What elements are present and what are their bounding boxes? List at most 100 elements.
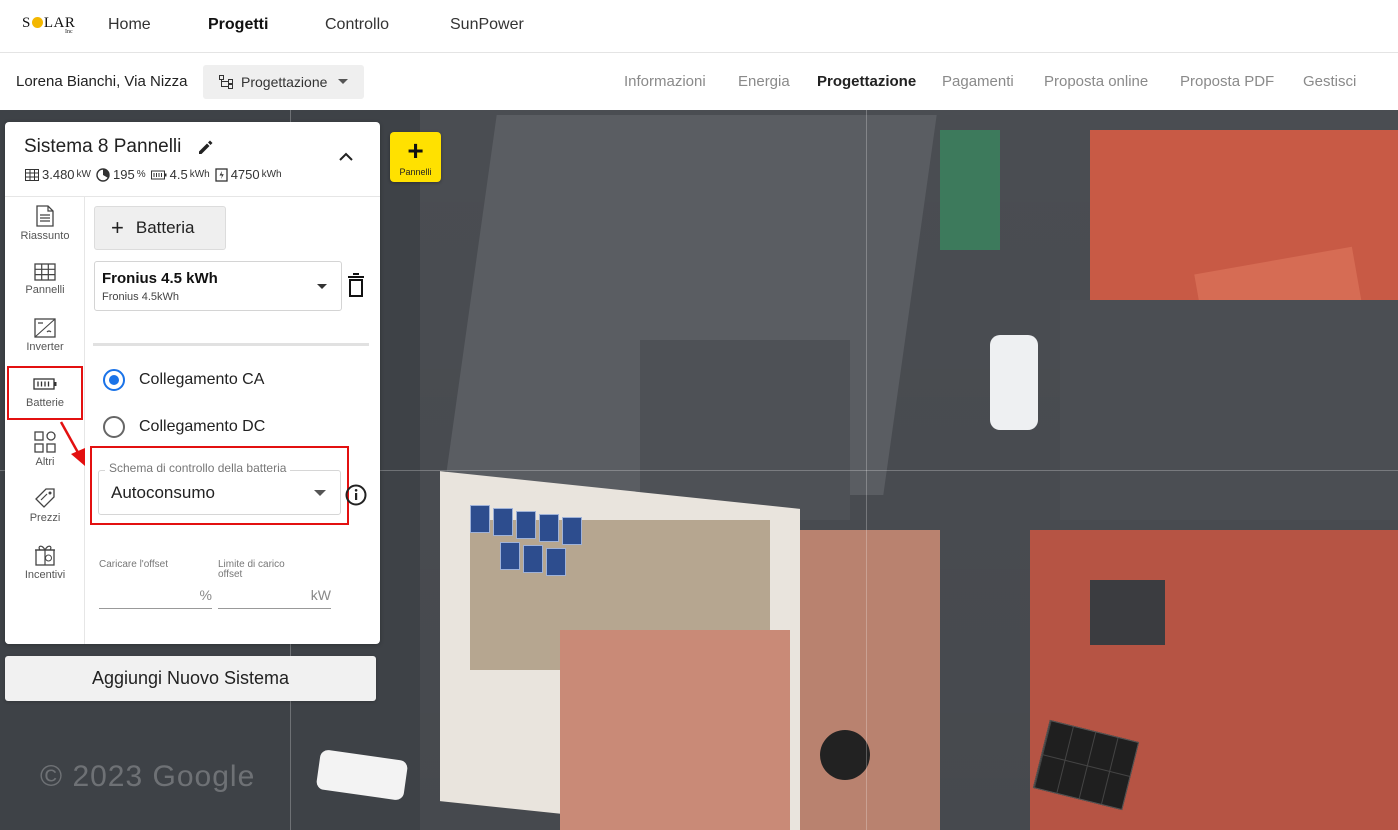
stat-offset-unit: % bbox=[136, 169, 146, 180]
add-battery-button[interactable]: + Batteria bbox=[94, 206, 226, 250]
offset-underline bbox=[99, 608, 212, 609]
price-tag-icon bbox=[35, 488, 55, 508]
panels-icon bbox=[34, 263, 56, 281]
mode-dropdown-button[interactable]: Progettazione bbox=[203, 65, 364, 99]
roof-panel bbox=[546, 548, 566, 576]
nav-home[interactable]: Home bbox=[108, 16, 151, 34]
roof-panel bbox=[523, 545, 543, 573]
roof-panel bbox=[470, 505, 490, 533]
sidebar-label-riassunto: Riassunto bbox=[20, 230, 70, 242]
nav-progetti[interactable]: Progetti bbox=[208, 16, 268, 34]
roof-panel bbox=[516, 511, 536, 539]
stat-energy-value: 4750 bbox=[230, 167, 260, 182]
tab-progettazione[interactable]: Progettazione bbox=[817, 73, 916, 90]
solar-logo[interactable]: S LAR Inc bbox=[22, 14, 78, 38]
radio-checked-icon[interactable] bbox=[103, 369, 125, 391]
chevron-down-icon bbox=[314, 490, 326, 496]
document-icon bbox=[36, 205, 54, 227]
sidebar-item-batterie[interactable]: Batterie bbox=[7, 366, 83, 420]
radio-collegamento-ca[interactable]: Collegamento CA bbox=[103, 369, 264, 391]
sidebar-item-pannelli[interactable]: Pannelli bbox=[5, 263, 85, 296]
sidebar-item-riassunto[interactable]: Riassunto bbox=[5, 205, 85, 242]
stat-power-unit: kW bbox=[76, 169, 91, 180]
stat-battery-value: 4.5 bbox=[169, 167, 188, 182]
add-panels-label: Pannelli bbox=[399, 167, 432, 177]
system-stats: 3.480 kW 195% 4.5 kWh 4750 kWh bbox=[25, 167, 287, 182]
battery-model-name: Fronius 4.5 kWh bbox=[102, 270, 218, 287]
white-car bbox=[990, 335, 1038, 430]
radio-label-ca: Collegamento CA bbox=[139, 371, 265, 388]
stat-power-value: 3.480 bbox=[42, 167, 75, 182]
nav-controllo[interactable]: Controllo bbox=[325, 16, 389, 34]
logo-text-left: S bbox=[22, 15, 31, 31]
roof-panel bbox=[562, 517, 582, 545]
control-scheme-select[interactable]: Autoconsumo bbox=[98, 470, 341, 515]
mode-dropdown-label: Progettazione bbox=[241, 74, 328, 90]
map-watermark: © 2023 Google bbox=[40, 760, 256, 793]
plus-icon: + bbox=[111, 215, 124, 240]
offset-field[interactable]: Caricare l'offset % bbox=[99, 559, 212, 609]
charge-limit-unit: kW bbox=[310, 587, 331, 603]
offset-pie-icon bbox=[96, 167, 110, 182]
roof-panel bbox=[500, 542, 520, 570]
rooftop-shadow bbox=[640, 340, 850, 520]
sidebar-label-inverter: Inverter bbox=[26, 341, 64, 353]
dark-roof-middle bbox=[1060, 300, 1398, 520]
top-navigation: S LAR Inc Home Progetti Controllo SunPowe… bbox=[0, 0, 1398, 53]
pencil-icon[interactable] bbox=[197, 139, 214, 156]
add-panels-button[interactable]: + Pannelli bbox=[390, 132, 441, 182]
offset-unit: % bbox=[199, 587, 212, 603]
battery-model-subtitle: Fronius 4.5kWh bbox=[102, 291, 180, 303]
stat-energy-unit: kWh bbox=[261, 169, 282, 180]
grid-squares-icon bbox=[34, 431, 56, 453]
trash-icon[interactable] bbox=[347, 273, 365, 297]
project-subheader: Lorena Bianchi, Via Nizza Progettazione … bbox=[0, 53, 1398, 110]
radio-collegamento-dc[interactable]: Collegamento DC bbox=[103, 416, 265, 438]
chevron-down-icon bbox=[317, 284, 327, 289]
tab-energia[interactable]: Energia bbox=[738, 73, 790, 90]
sidebar-label-batterie: Batterie bbox=[26, 397, 64, 409]
radio-label-dc: Collegamento DC bbox=[139, 418, 266, 435]
battery-model-select[interactable]: Fronius 4.5 kWh Fronius 4.5kWh bbox=[94, 261, 342, 311]
add-battery-label: Batteria bbox=[135, 218, 195, 237]
stat-energy: 4750 kWh bbox=[215, 167, 282, 182]
tab-informazioni[interactable]: Informazioni bbox=[624, 73, 706, 90]
radio-unchecked-icon[interactable] bbox=[103, 416, 125, 438]
info-icon[interactable] bbox=[345, 484, 367, 506]
tab-gestisci[interactable]: Gestisci bbox=[1303, 73, 1356, 90]
add-new-system-button[interactable]: Aggiungi Nuovo Sistema bbox=[5, 656, 376, 701]
energy-bolt-icon bbox=[215, 167, 228, 182]
inverter-icon bbox=[34, 318, 56, 338]
roof-panel bbox=[539, 514, 559, 542]
roof-hatch bbox=[1090, 580, 1165, 645]
tab-proposta-pdf[interactable]: Proposta PDF bbox=[1180, 73, 1274, 90]
sidebar-label-incentivi: Incentivi bbox=[24, 569, 66, 581]
panel-grid-icon bbox=[25, 168, 39, 181]
stat-battery-unit: kWh bbox=[189, 169, 210, 180]
charge-limit-field[interactable]: Limite di carico offset kW bbox=[218, 560, 331, 609]
rooftop-tank bbox=[820, 730, 870, 780]
sidebar-item-inverter[interactable]: Inverter bbox=[5, 318, 85, 353]
section-divider bbox=[93, 343, 369, 346]
terrace-tiles bbox=[560, 630, 790, 830]
add-new-system-label: Aggiungi Nuovo Sistema bbox=[91, 668, 290, 688]
roof-panel bbox=[493, 508, 513, 536]
sidebar-item-incentivi[interactable]: Incentivi bbox=[5, 542, 85, 581]
sidebar-label-prezzi: Prezzi bbox=[29, 512, 61, 524]
logo-suffix: Inc bbox=[65, 29, 73, 35]
tab-proposta-online[interactable]: Proposta online bbox=[1044, 73, 1148, 90]
battery-icon bbox=[150, 170, 167, 179]
control-scheme-value: Autoconsumo bbox=[111, 483, 215, 502]
system-title: Sistema 8 Pannelli bbox=[24, 136, 182, 157]
courtyard bbox=[800, 530, 940, 830]
chevron-up-icon[interactable] bbox=[339, 152, 353, 162]
sidebar-item-prezzi[interactable]: Prezzi bbox=[5, 487, 85, 524]
tab-pagamenti[interactable]: Pagamenti bbox=[942, 73, 1014, 90]
control-scheme-label: Schema di controllo della batteria bbox=[105, 461, 291, 475]
plus-icon: + bbox=[407, 135, 424, 166]
offset-label: Caricare l'offset bbox=[99, 559, 168, 570]
green-awning bbox=[940, 130, 1000, 250]
hierarchy-icon bbox=[219, 75, 233, 89]
nav-sunpower[interactable]: SunPower bbox=[450, 16, 524, 34]
chevron-down-icon bbox=[338, 79, 348, 84]
